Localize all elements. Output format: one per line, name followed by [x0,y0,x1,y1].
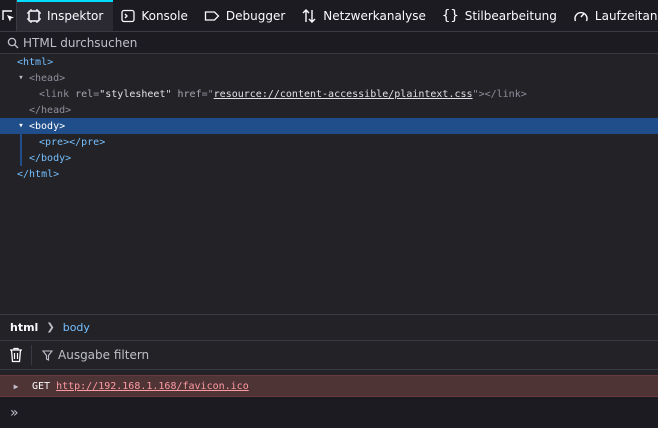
markup-tag: </html> [17,168,60,180]
markup-node-html[interactable]: <html> [0,54,658,70]
tab-label: Netzwerkanalyse [323,8,426,23]
markup-node-link[interactable]: <link rel = "stylesheet" href =" resource://… [0,86,658,102]
markup-tag: <head> [29,72,66,84]
tab-label: Konsole [141,8,188,23]
console-filter[interactable]: Ausgabe filtern [32,348,149,362]
markup-tag: <pre></pre> [39,136,106,148]
tab-style-editor[interactable]: {} Stilbearbeitung [434,0,565,31]
inspector-icon [27,8,41,23]
breadcrumb-item-body[interactable]: body [63,321,90,334]
filter-icon [42,349,53,361]
breadcrumb: html ❯ body [0,314,658,340]
markup-node-pre[interactable]: <pre></pre> [0,134,658,150]
markup-tag: <link [39,88,70,100]
markup-attr-name: href [177,88,202,100]
html-search-input[interactable] [23,35,623,50]
markup-attr-name: rel [75,88,94,100]
markup-tag: </head> [29,104,72,116]
markup-tag: ></link> [478,88,527,100]
markup-node-head-close[interactable]: </head> [0,102,658,118]
clear-console-button[interactable] [0,345,32,365]
expand-triangle-icon[interactable]: ▾ [16,121,26,131]
markup-node-body[interactable]: ▾ <body> [0,118,658,134]
markup-node-html-close[interactable]: </html> [0,166,658,182]
trash-icon [9,347,22,363]
tab-label: Debugger [225,8,286,23]
markup-punct: =" [201,88,214,100]
selection-guide-line [20,134,22,166]
element-picker-icon [2,9,14,21]
tab-inspector[interactable]: Inspektor [17,0,114,31]
markup-tag: </body> [29,152,72,164]
request-method: GET [32,380,51,392]
console-toolbar: Ausgabe filtern [0,340,658,370]
network-icon [302,8,316,23]
request-url-link[interactable]: http://192.168.1.168/favicon.ico [56,381,249,392]
filter-placeholder: Ausgabe filtern [58,348,150,362]
html-search-bar [0,32,658,54]
tab-network[interactable]: Netzwerkanalyse [293,0,434,31]
tab-label: Inspektor [47,8,104,23]
breadcrumb-item-html[interactable]: html [10,321,38,334]
tab-console[interactable]: Konsole [113,0,196,31]
search-icon [7,37,19,48]
console-message-error[interactable]: ▶ GET http://192.168.1.168/favicon.ico [0,375,658,397]
tab-debugger[interactable]: Debugger [196,0,293,31]
console-icon [121,9,135,22]
markup-attr-value: "stylesheet" [99,88,172,100]
prompt-chevron-icon: » [10,404,19,421]
markup-tag: <body> [29,120,66,132]
markup-node-head[interactable]: ▾ <head> [0,70,658,86]
element-picker-button[interactable] [0,0,17,31]
style-editor-icon: {} [441,7,459,24]
expand-triangle-icon[interactable]: ▾ [16,73,26,83]
devtools-toolbar: Inspektor Konsole Debugger Netzwerkanaly… [0,0,658,32]
markup-attr-link[interactable]: resource://content-accessible/plaintext.… [214,89,473,100]
console-input[interactable]: » [0,397,658,428]
markup-node-body-close[interactable]: </body> [0,150,658,166]
chevron-right-icon: ❯ [46,322,55,333]
performance-icon [574,11,588,21]
debugger-icon [204,10,220,21]
markup-view: <html> ▾ <head> <link rel = "stylesheet" h… [0,54,658,314]
markup-tag: <html> [17,56,54,68]
expand-arrow-icon[interactable]: ▶ [0,382,32,391]
tab-label: Stilbearbeitung [464,8,557,23]
tab-performance[interactable]: Laufzeitanalyse [565,0,658,31]
tab-label: Laufzeitanalyse [594,8,658,23]
